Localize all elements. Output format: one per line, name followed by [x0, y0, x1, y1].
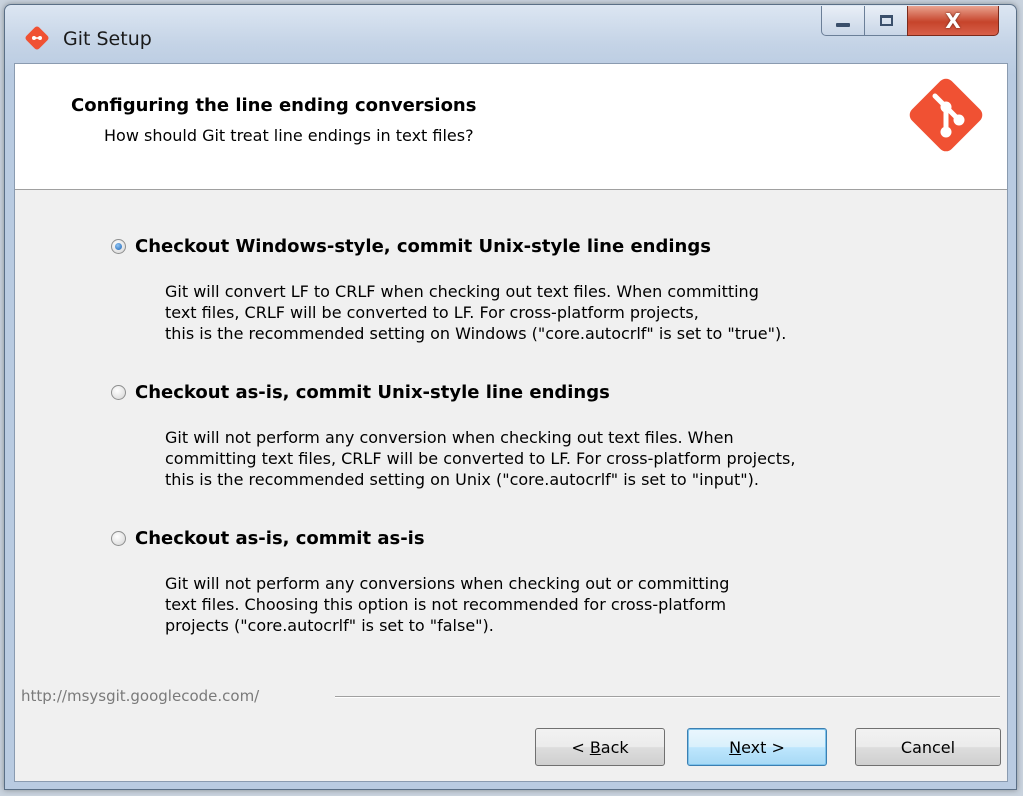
- minimize-button[interactable]: [821, 6, 865, 36]
- next-button-accelerator: N: [729, 737, 742, 757]
- option-windows-style[interactable]: Checkout Windows-style, commit Unix-styl…: [111, 236, 711, 257]
- cancel-button[interactable]: Cancel: [855, 728, 1001, 766]
- description-line: Git will convert LF to CRLF when checkin…: [165, 282, 759, 301]
- radio-as-is[interactable]: [111, 531, 126, 546]
- page-title: Configuring the line ending conversions: [71, 95, 477, 116]
- git-logo-icon: [909, 78, 983, 152]
- option-label: Checkout as-is, commit as-is: [135, 528, 425, 549]
- description-line: committing text files, CRLF will be conv…: [165, 449, 796, 468]
- back-button-suffix: ack: [600, 737, 629, 757]
- wizard-header: Configuring the line ending conversions …: [15, 64, 1007, 190]
- description-line: Git will not perform any conversion when…: [165, 428, 734, 447]
- option-label: Checkout Windows-style, commit Unix-styl…: [135, 236, 711, 257]
- setup-window: Git Setup X Configuring the line ending …: [4, 4, 1017, 790]
- title-bar[interactable]: Git Setup X: [5, 5, 1016, 63]
- description-line: projects ("core.autocrlf" is set to "fal…: [165, 616, 494, 635]
- maximize-button[interactable]: [864, 6, 908, 36]
- back-button-prefix: <: [571, 737, 590, 757]
- radio-windows-style[interactable]: [111, 239, 126, 254]
- branding-url: http://msysgit.googlecode.com/: [21, 687, 268, 705]
- page-subtitle: How should Git treat line endings in tex…: [104, 126, 474, 145]
- description-line: text files. Choosing this option is not …: [165, 595, 727, 614]
- cancel-button-label: Cancel: [900, 737, 956, 757]
- separator-line: [335, 696, 1000, 698]
- next-button-suffix: ext >: [741, 737, 785, 757]
- description-line: this is the recommended setting on Unix …: [165, 470, 759, 489]
- option-description: Git will not perform any conversions whe…: [165, 573, 729, 636]
- description-line: Git will not perform any conversions whe…: [165, 574, 730, 593]
- radio-unix-style[interactable]: [111, 385, 126, 400]
- option-as-is[interactable]: Checkout as-is, commit as-is: [111, 528, 425, 549]
- wizard-panel: Configuring the line ending conversions …: [14, 63, 1008, 782]
- option-description: Git will not perform any conversion when…: [165, 427, 795, 490]
- description-line: text files, CRLF will be converted to LF…: [165, 303, 699, 322]
- branding-row: http://msysgit.googlecode.com/: [15, 687, 1007, 707]
- git-diamond-icon: [25, 26, 49, 50]
- window-title: Git Setup: [63, 28, 152, 50]
- close-button[interactable]: X: [907, 6, 999, 36]
- description-line: this is the recommended setting on Windo…: [165, 324, 787, 343]
- back-button-accelerator: B: [589, 737, 601, 757]
- close-icon: X: [945, 8, 961, 33]
- maximize-icon: [879, 15, 893, 26]
- minimize-icon: [836, 22, 850, 27]
- back-button[interactable]: < Back: [535, 728, 665, 766]
- option-label: Checkout as-is, commit Unix-style line e…: [135, 382, 610, 403]
- option-unix-style[interactable]: Checkout as-is, commit Unix-style line e…: [111, 382, 610, 403]
- next-button[interactable]: Next >: [687, 728, 827, 766]
- option-description: Git will convert LF to CRLF when checkin…: [165, 281, 786, 344]
